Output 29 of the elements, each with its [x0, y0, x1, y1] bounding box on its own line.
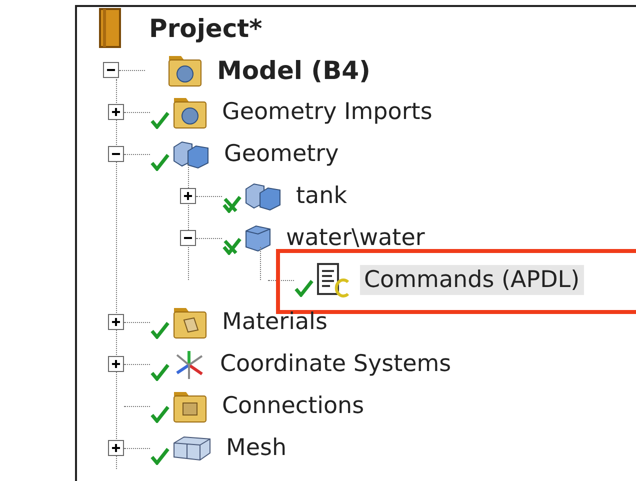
- tree-item[interactable]: Geometry: [220, 139, 343, 169]
- tree-item[interactable]: Coordinate Systems: [216, 349, 456, 379]
- cubes-icon: [172, 139, 210, 169]
- plus-icon: [111, 443, 121, 453]
- tree-item[interactable]: water\water: [282, 223, 429, 253]
- expand-toggle[interactable]: [108, 356, 124, 372]
- book-icon: [99, 8, 121, 48]
- collapse-toggle[interactable]: [103, 62, 119, 78]
- collapse-toggle[interactable]: [108, 146, 124, 162]
- commands-icon: [316, 262, 350, 298]
- tree-item[interactable]: Commands (APDL): [360, 265, 584, 295]
- plus-icon: [183, 191, 193, 201]
- cube-icon: [244, 223, 272, 253]
- cubes-icon: [244, 181, 282, 211]
- tree-item[interactable]: Model (B4): [213, 54, 374, 86]
- plus-icon: [111, 107, 121, 117]
- collapse-toggle[interactable]: [180, 230, 196, 246]
- tree-item[interactable]: Geometry Imports: [218, 97, 436, 127]
- tree-item[interactable]: Connections: [218, 391, 368, 421]
- plus-icon: [111, 317, 121, 327]
- expand-toggle[interactable]: [108, 314, 124, 330]
- plus-icon: [111, 359, 121, 369]
- tree-item[interactable]: Mesh: [222, 433, 291, 463]
- expand-toggle[interactable]: [108, 440, 124, 456]
- expand-toggle[interactable]: [180, 188, 196, 204]
- tree-item[interactable]: Materials: [218, 307, 332, 337]
- tree-item[interactable]: tank: [292, 181, 352, 211]
- tree-item[interactable]: Project*: [145, 12, 266, 44]
- expand-toggle[interactable]: [108, 104, 124, 120]
